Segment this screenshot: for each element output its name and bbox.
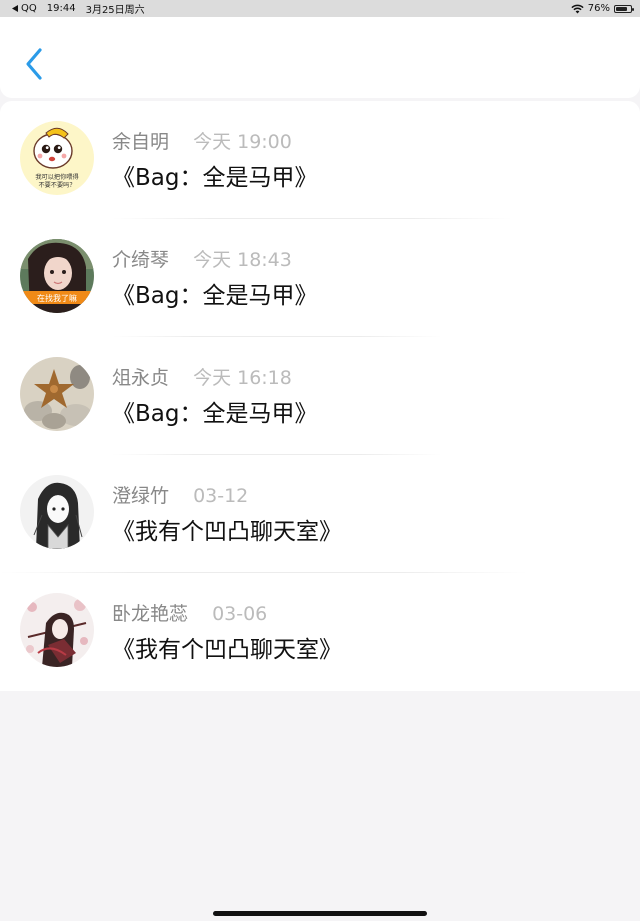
name-line: 介绮琴 今天 18:43 <box>112 245 292 272</box>
name-line: 澄绿竹 03-12 <box>112 481 248 508</box>
name-line: 卧龙艳蕊 03-06 <box>112 599 267 626</box>
home-indicator[interactable] <box>213 911 427 916</box>
chevron-left-icon <box>26 48 42 80</box>
avatar <box>20 475 94 549</box>
avatar-anime-sketch <box>20 475 94 549</box>
timestamp: 今天 16:18 <box>193 367 292 389</box>
status-right: 76% <box>571 3 634 14</box>
avatar-anime-sakura <box>20 593 94 667</box>
battery-percent: 76% <box>587 3 610 14</box>
message-list: 我可以把你喂得 不要不要吗？ 余自明 今天 19:00 《Bag：全是马甲》 在… <box>0 101 640 691</box>
timestamp: 03-12 <box>193 485 249 507</box>
story-title: 《Bag：全是马甲》 <box>112 283 318 309</box>
back-button[interactable] <box>20 45 48 83</box>
avatar <box>20 593 94 667</box>
timestamp: 今天 18:43 <box>193 249 292 271</box>
timestamp: 03-06 <box>212 603 268 625</box>
wifi-icon <box>571 4 584 13</box>
story-title: 《Bag：全是马甲》 <box>112 401 318 427</box>
author-name: 澄绿竹 <box>112 485 170 507</box>
status-time: 19:44 <box>46 3 76 14</box>
list-item[interactable]: 卧龙艳蕊 03-06 《我有个凹凸聊天室》 <box>0 573 640 691</box>
avatar <box>20 357 94 431</box>
back-to-app-button[interactable]: QQ <box>12 3 37 14</box>
timestamp: 今天 19:00 <box>193 131 292 153</box>
author-name: 俎永贞 <box>112 367 170 389</box>
list-item[interactable]: 澄绿竹 03-12 《我有个凹凸聊天室》 <box>0 455 640 573</box>
avatar-caption-line2: 不要不要吗？ <box>38 181 75 189</box>
name-line: 俎永贞 今天 16:18 <box>112 363 292 390</box>
author-name: 余自明 <box>112 131 170 153</box>
name-line: 余自明 今天 19:00 <box>112 127 292 154</box>
avatar-caption-line1: 我可以把你喂得 <box>35 173 78 181</box>
avatar-starfish-photo <box>20 357 94 431</box>
avatar-cartoon-image: 我可以把你喂得 不要不要吗？ <box>20 121 94 195</box>
list-item[interactable]: 俎永贞 今天 16:18 《Bag：全是马甲》 <box>0 337 640 455</box>
status-bar: QQ 19:44 3月25日周六 76% <box>0 0 640 17</box>
avatar: 在找我了嘛 <box>20 239 94 313</box>
story-title: 《Bag：全是马甲》 <box>112 165 318 191</box>
triangle-left-icon <box>12 5 18 12</box>
avatar-caption: 在找我了嘛 <box>37 293 77 303</box>
avatar-girl-photo: 在找我了嘛 <box>20 239 94 313</box>
story-title: 《我有个凹凸聊天室》 <box>112 637 342 663</box>
avatar: 我可以把你喂得 不要不要吗？ <box>20 121 94 195</box>
nav-header <box>0 17 640 98</box>
status-left: QQ 19:44 3月25日周六 <box>12 1 145 16</box>
author-name: 卧龙艳蕊 <box>112 603 189 625</box>
list-item[interactable]: 我可以把你喂得 不要不要吗？ 余自明 今天 19:00 《Bag：全是马甲》 <box>0 101 640 219</box>
status-date: 3月25日周六 <box>85 5 145 16</box>
story-title: 《我有个凹凸聊天室》 <box>112 519 342 545</box>
back-app-label: QQ <box>21 3 37 14</box>
author-name: 介绮琴 <box>112 249 170 271</box>
battery-fill <box>616 6 627 11</box>
list-item[interactable]: 在找我了嘛 介绮琴 今天 18:43 《Bag：全是马甲》 <box>0 219 640 337</box>
battery-icon <box>614 4 634 13</box>
